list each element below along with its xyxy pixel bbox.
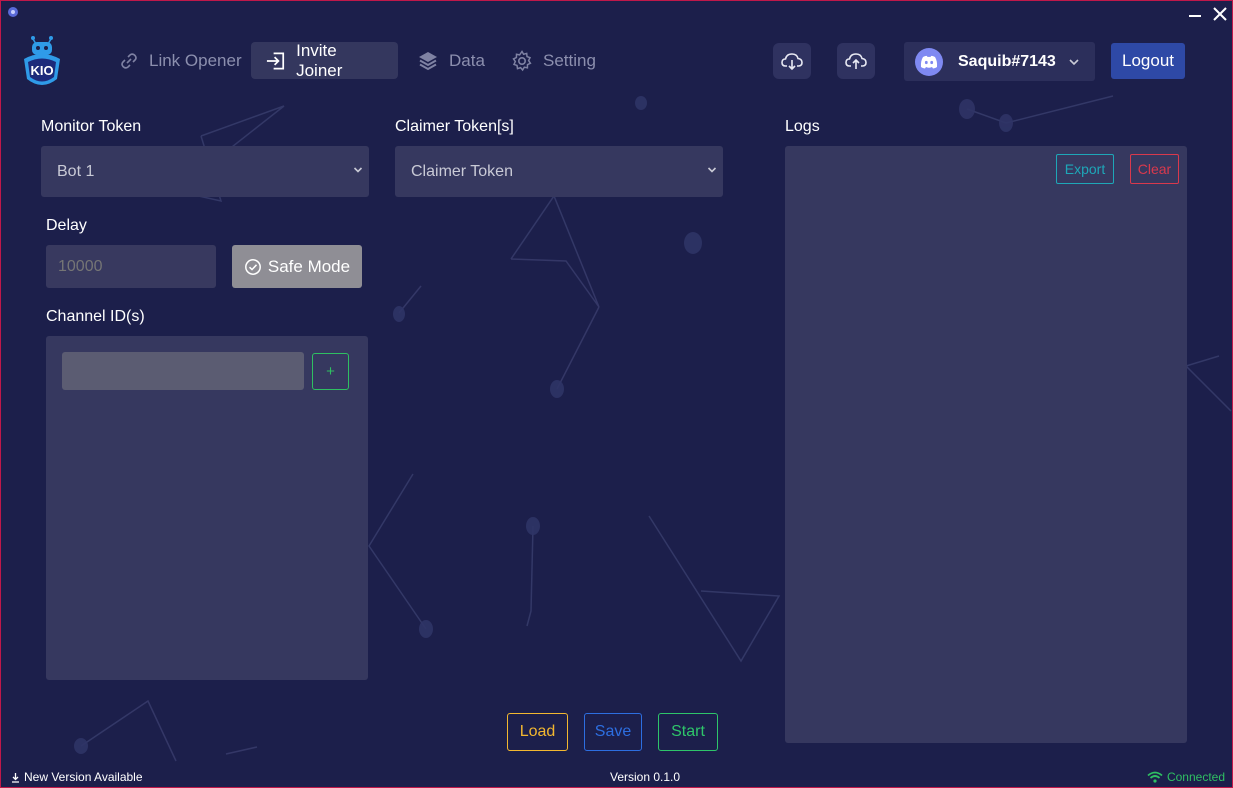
safe-mode-button[interactable]: Safe Mode	[232, 245, 362, 288]
gear-icon	[512, 49, 532, 71]
cloud-download-icon	[781, 53, 803, 71]
chevron-down-icon	[1069, 58, 1079, 65]
new-version-link[interactable]: New Version Available	[11, 770, 143, 784]
title-bar	[1, 1, 1232, 27]
avatar	[915, 47, 943, 76]
chevron-down-icon	[353, 167, 363, 173]
app-window: KIO Link Opener Invite Joiner Data Setti…	[0, 0, 1233, 788]
wifi-icon	[1147, 771, 1163, 783]
add-channel-button[interactable]: +	[312, 353, 349, 390]
status-bar: New Version Available Version 0.1.0 Conn…	[1, 767, 1232, 787]
monitor-token-label: Monitor Token	[41, 118, 142, 135]
minimize-icon[interactable]	[1186, 5, 1204, 23]
check-circle-icon	[244, 258, 261, 275]
app-icon	[8, 7, 18, 17]
connection-status: Connected	[1147, 770, 1225, 784]
save-button[interactable]: Save	[584, 713, 642, 751]
connection-text: Connected	[1166, 770, 1225, 784]
nav-data[interactable]: Data	[403, 42, 499, 79]
nav-invite-joiner[interactable]: Invite Joiner	[251, 40, 398, 80]
logo-text: KIO	[30, 63, 53, 78]
download-icon	[12, 772, 19, 783]
logout-button[interactable]: Logout	[1111, 43, 1185, 79]
monitor-token-value: Bot 1	[57, 162, 95, 180]
kio-logo: KIO	[24, 36, 60, 85]
claimer-token-label: Claimer Token[s]	[395, 118, 514, 135]
channel-id-input[interactable]	[62, 352, 304, 390]
start-button[interactable]: Start	[658, 713, 718, 751]
channel-ids-label: Channel ID(s)	[46, 308, 145, 325]
delay-input[interactable]	[46, 245, 216, 288]
enter-icon	[266, 51, 285, 70]
chevron-down-icon	[707, 167, 717, 173]
nav-link-opener[interactable]: Link Opener	[105, 42, 256, 79]
safe-mode-label: Safe Mode	[267, 256, 351, 276]
link-icon	[121, 52, 137, 69]
username: Saquib#7143	[958, 52, 1056, 70]
nav-link-opener-label: Link Opener	[149, 50, 242, 70]
delay-label: Delay	[46, 217, 87, 234]
claimer-token-select[interactable]: Claimer Token	[395, 146, 723, 197]
user-menu[interactable]: Saquib#7143	[904, 42, 1095, 81]
monitor-token-select[interactable]: Bot 1	[41, 146, 369, 197]
clear-button[interactable]: Clear	[1130, 154, 1179, 184]
logs-panel[interactable]: Export Clear	[785, 146, 1187, 743]
discord-icon	[920, 55, 938, 68]
cloud-download-button[interactable]	[773, 43, 811, 79]
nav-setting-label: Setting	[543, 50, 596, 70]
cloud-upload-button[interactable]	[837, 43, 875, 79]
layers-icon	[419, 51, 437, 70]
cloud-upload-icon	[845, 53, 867, 69]
new-version-text: New Version Available	[24, 770, 143, 784]
claimer-token-value: Claimer Token	[411, 162, 513, 180]
channel-ids-panel: +	[46, 336, 368, 680]
logs-label: Logs	[785, 118, 820, 135]
load-button[interactable]: Load	[507, 713, 568, 751]
nav-setting[interactable]: Setting	[497, 42, 610, 79]
version-text: Version 0.1.0	[610, 770, 681, 784]
close-icon[interactable]	[1209, 3, 1231, 25]
nav-data-label: Data	[449, 50, 485, 70]
export-button[interactable]: Export	[1056, 154, 1114, 184]
nav-invite-joiner-label: Invite Joiner	[296, 40, 343, 80]
